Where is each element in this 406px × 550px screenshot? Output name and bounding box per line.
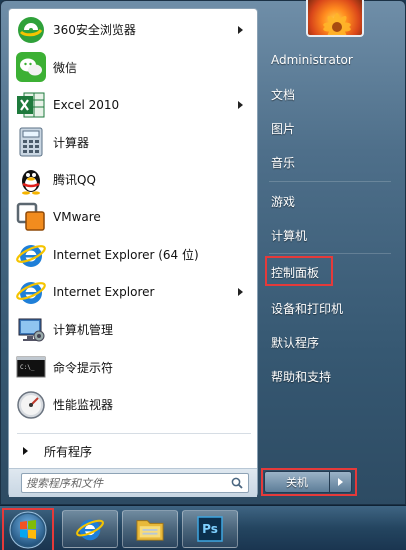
calculator-icon [15, 126, 47, 158]
performance-monitor-icon [15, 389, 47, 421]
chevron-right-icon [338, 478, 343, 486]
divider [17, 433, 251, 434]
program-label: Excel 2010 [53, 97, 120, 112]
chevron-right-icon [23, 447, 28, 455]
all-programs-button[interactable]: 所有程序 [9, 437, 257, 465]
program-label: VMware [53, 210, 101, 225]
link-documents[interactable]: 文档 [265, 80, 397, 108]
submenu-arrow-icon[interactable] [238, 100, 243, 109]
taskbar: Ps [0, 505, 406, 550]
program-label: 微信 [53, 60, 78, 75]
taskbar-ie[interactable] [62, 510, 118, 548]
taskbar-photoshop[interactable]: Ps [182, 510, 238, 548]
link-default-programs[interactable]: 默认程序 [265, 328, 397, 356]
link-pictures[interactable]: 图片 [265, 114, 397, 142]
link-games[interactable]: 游戏 [265, 187, 397, 215]
start-button[interactable] [4, 510, 52, 550]
programs-pane: 360安全浏览器 微信 Excel 2010 计算器 腾讯QQ VMware I… [8, 8, 258, 497]
folder-icon [136, 520, 164, 541]
command-prompt-icon: C:\_ [15, 351, 47, 383]
ie-icon [76, 519, 104, 541]
shutdown-options-button[interactable] [330, 471, 352, 493]
start-menu: 360安全浏览器 微信 Excel 2010 计算器 腾讯QQ VMware I… [0, 0, 406, 505]
windows-logo-icon [9, 511, 47, 549]
search-input[interactable] [21, 473, 249, 493]
program-vmware[interactable]: VMware [9, 199, 257, 237]
submenu-arrow-icon[interactable] [238, 288, 243, 297]
wechat-icon [15, 51, 47, 83]
program-ie-64[interactable]: Internet Explorer (64 位) [9, 236, 257, 274]
program-excel[interactable]: Excel 2010 [9, 86, 257, 124]
link-computer[interactable]: 计算机 [265, 221, 397, 249]
360-browser-icon [15, 14, 47, 46]
program-computer-management[interactable]: 计算机管理 [9, 311, 257, 349]
program-performance-monitor[interactable]: 性能监视器 [9, 386, 257, 424]
taskbar-explorer[interactable] [122, 510, 178, 548]
vmware-icon [15, 201, 47, 233]
program-label: 计算机管理 [53, 323, 114, 338]
divider [269, 181, 391, 182]
link-music[interactable]: 音乐 [265, 148, 397, 176]
shutdown-label: 关机 [286, 476, 308, 489]
program-label: Internet Explorer (64 位) [53, 248, 199, 263]
submenu-arrow-icon[interactable] [238, 25, 243, 34]
svg-text:C:\_: C:\_ [20, 364, 35, 371]
excel-icon [15, 89, 47, 121]
qq-penguin-icon [15, 164, 47, 196]
user-avatar[interactable] [306, 0, 364, 37]
program-label: 腾讯QQ [53, 173, 96, 188]
divider [269, 253, 391, 254]
ie-icon [15, 276, 47, 308]
program-label: Internet Explorer [53, 285, 155, 300]
computer-management-icon [15, 314, 47, 346]
link-devices-printers[interactable]: 设备和打印机 [265, 294, 397, 322]
all-programs-label: 所有程序 [44, 444, 93, 459]
link-help-support[interactable]: 帮助和支持 [265, 362, 397, 390]
program-qq[interactable]: 腾讯QQ [9, 161, 257, 199]
shutdown-button[interactable]: 关机 [264, 471, 330, 493]
program-360-browser[interactable]: 360安全浏览器 [9, 11, 257, 49]
highlight-control-panel [265, 256, 333, 286]
search-bar [9, 468, 257, 497]
photoshop-label: Ps [202, 522, 218, 536]
user-account-link[interactable]: Administrator [265, 46, 397, 74]
program-label: 计算器 [53, 135, 90, 150]
program-command-prompt[interactable]: C:\_ 命令提示符 [9, 349, 257, 387]
program-ie[interactable]: Internet Explorer [9, 274, 257, 312]
program-label: 性能监视器 [53, 398, 114, 413]
program-list: 360安全浏览器 微信 Excel 2010 计算器 腾讯QQ VMware I… [9, 11, 257, 424]
program-wechat[interactable]: 微信 [9, 49, 257, 87]
program-label: 360安全浏览器 [53, 23, 136, 38]
ie-icon [15, 239, 47, 271]
program-label: 命令提示符 [53, 360, 114, 375]
program-calculator[interactable]: 计算器 [9, 124, 257, 162]
search-icon[interactable] [231, 477, 243, 489]
